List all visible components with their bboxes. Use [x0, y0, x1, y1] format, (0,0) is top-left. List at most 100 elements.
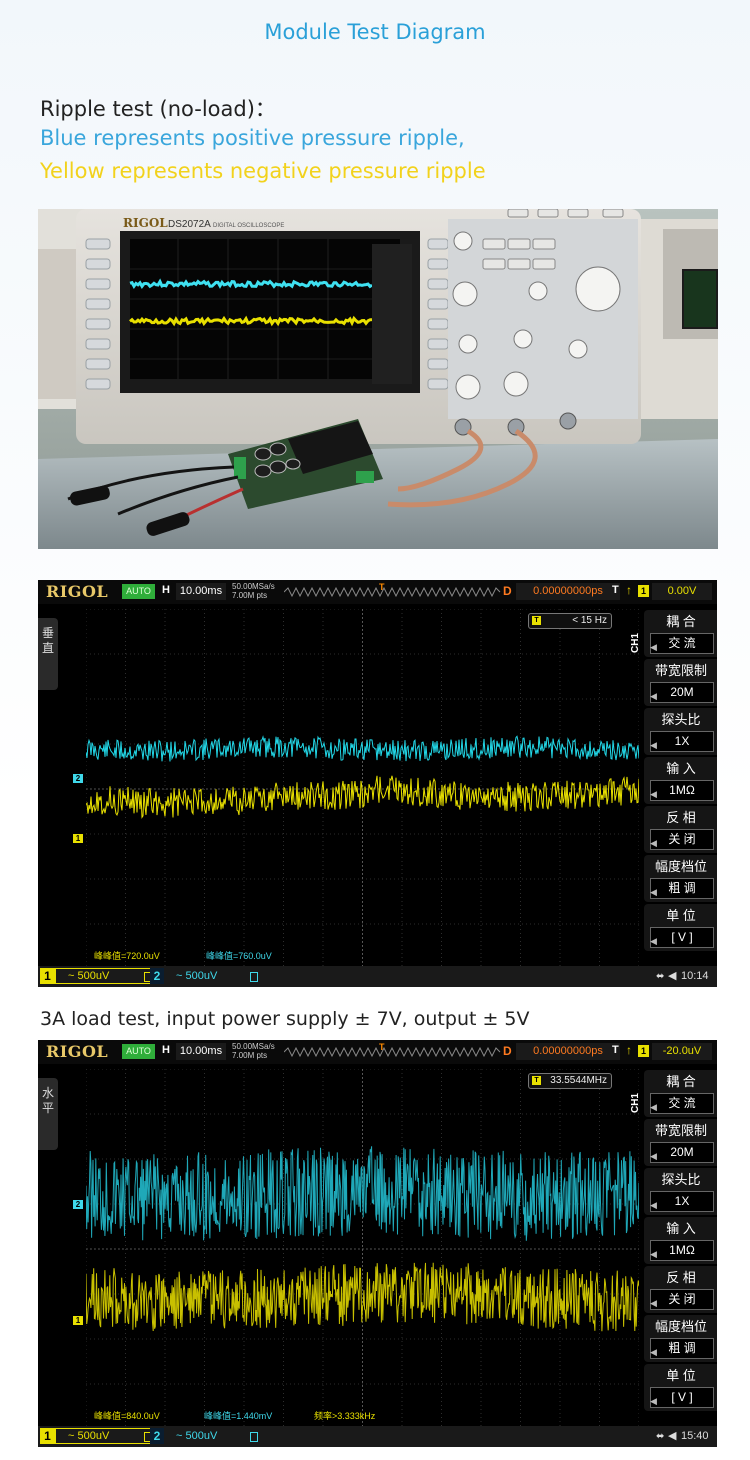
- ripple-test-heading: Ripple test (no-load)：: [40, 97, 276, 121]
- bandwidth-limit-icon: [250, 1432, 258, 1442]
- ch1-scale[interactable]: ~ 500uV: [55, 968, 159, 984]
- ch2-button[interactable]: 2: [150, 968, 164, 984]
- menu-value[interactable]: ◀ 关 闭: [650, 1289, 714, 1310]
- menu-value[interactable]: ◀ 20M: [650, 1142, 714, 1163]
- sample-rate: 50.00MSa/s: [232, 582, 275, 591]
- waveform-grid: [86, 609, 639, 969]
- menu-unit[interactable]: 单 位 ◀ [ V ]: [644, 904, 717, 951]
- trigger-source-badge: 1: [638, 1045, 649, 1057]
- sample-info: 50.00MSa/s 7.00M pts: [232, 582, 288, 600]
- auto-mode-badge[interactable]: AUTO: [122, 1044, 155, 1059]
- menu-invert[interactable]: 反 相 ◀ 关 闭: [644, 806, 717, 853]
- menu-volts-div-mode[interactable]: 幅度档位 ◀ 粗 调: [644, 855, 717, 902]
- menu-value-text: 交 流: [668, 636, 696, 650]
- menu-value-text: [ V ]: [671, 1390, 693, 1404]
- arrow-left-icon: ◀: [650, 1200, 657, 1210]
- menu-value-text: 交 流: [668, 1096, 696, 1110]
- ch2-level-marker[interactable]: 2: [73, 774, 83, 783]
- delay-readout[interactable]: 0.00000000ps: [516, 1043, 620, 1060]
- photo-brand-text: RIGOL: [123, 216, 168, 230]
- sample-rate: 50.00MSa/s: [232, 1042, 275, 1051]
- measurement-ch1-peak-to-peak: 峰峰值=840.0uV: [94, 1411, 160, 1421]
- ch2-level-marker[interactable]: 2: [73, 1200, 83, 1209]
- ch1-button[interactable]: 1: [40, 968, 55, 984]
- channel-title-text: CH1: [630, 1092, 642, 1114]
- menu-value[interactable]: ◀ 1MΩ: [650, 1240, 714, 1261]
- menu-coupling[interactable]: 耦 合 ◀ 交 流: [644, 610, 717, 657]
- ch2-scale[interactable]: ~ 500uV: [164, 1429, 264, 1443]
- arrow-left-icon: ◀: [650, 1102, 657, 1112]
- ch2-scale[interactable]: ~ 500uV: [164, 969, 264, 983]
- channel-title: CH1: [626, 1092, 641, 1113]
- delay-readout[interactable]: 0.00000000ps: [516, 583, 620, 600]
- menu-coupling[interactable]: 耦 合 ◀ 交 流: [644, 1070, 717, 1117]
- menu-value[interactable]: ◀ 1X: [650, 731, 714, 752]
- timebase-readout[interactable]: 10.00ms: [176, 583, 226, 600]
- trigger-marker-icon: T: [532, 616, 541, 625]
- ch1-level-marker[interactable]: 1: [73, 1316, 83, 1325]
- timebase-readout[interactable]: 10.00ms: [176, 1043, 226, 1060]
- memory-depth: 7.00M pts: [232, 1051, 268, 1060]
- arrow-left-icon: ◀: [650, 1396, 657, 1406]
- bandwidth-limit-icon: [250, 972, 258, 982]
- trigger-level-readout[interactable]: 0.00V: [652, 583, 712, 600]
- measurement-ch1-peak-to-peak: 峰峰值=720.0uV: [94, 951, 160, 961]
- delay-label: D: [503, 1044, 512, 1058]
- arrow-left-icon: ◀: [650, 789, 657, 799]
- menu-unit[interactable]: 单 位 ◀ [ V ]: [644, 1364, 717, 1411]
- ch2-button[interactable]: 2: [150, 1428, 164, 1444]
- menu-value-text: 关 闭: [668, 832, 696, 846]
- speaker-icon[interactable]: ◀: [668, 969, 676, 982]
- speaker-icon[interactable]: ◀: [668, 1429, 676, 1442]
- menu-value-text: [ V ]: [671, 930, 693, 944]
- horizontal-side-tab[interactable]: 水平: [38, 1078, 58, 1150]
- frequency-counter: T 33.5544MHz: [528, 1073, 612, 1089]
- menu-value[interactable]: ◀ [ V ]: [650, 927, 714, 948]
- memory-depth: 7.00M pts: [232, 591, 268, 600]
- arrow-left-icon: ◀: [650, 642, 657, 652]
- menu-title: 带宽限制: [654, 663, 707, 678]
- menu-value[interactable]: ◀ 20M: [650, 682, 714, 703]
- trigger-label: T: [612, 1044, 619, 1056]
- arrow-left-icon: ◀: [650, 936, 657, 946]
- menu-title: 反 相: [666, 810, 696, 825]
- menu-bandwidth-limit[interactable]: 带宽限制 ◀ 20M: [644, 659, 717, 706]
- menu-volts-div-mode[interactable]: 幅度档位 ◀ 粗 调: [644, 1315, 717, 1362]
- menu-probe-ratio[interactable]: 探头比 ◀ 1X: [644, 708, 717, 755]
- menu-title: 耦 合: [666, 614, 696, 629]
- delay-label: D: [503, 584, 512, 598]
- auto-mode-badge[interactable]: AUTO: [122, 584, 155, 599]
- photo-scope-screen: [130, 239, 400, 379]
- ch2-scale-text: ~ 500uV: [176, 1430, 218, 1442]
- photo-desc-text: DIGITAL OSCILLOSCOPE: [213, 223, 284, 229]
- menu-value[interactable]: ◀ [ V ]: [650, 1387, 714, 1408]
- side-tab-label: 垂直: [41, 626, 54, 655]
- menu-input-impedance[interactable]: 输 入 ◀ 1MΩ: [644, 1217, 717, 1264]
- menu-probe-ratio[interactable]: 探头比 ◀ 1X: [644, 1168, 717, 1215]
- memory-zigzag-icon: [284, 587, 501, 597]
- menu-value[interactable]: ◀ 粗 调: [650, 1338, 714, 1359]
- menu-input-impedance[interactable]: 输 入 ◀ 1MΩ: [644, 757, 717, 804]
- scope-screenshot-no-load: RIGOL AUTO H 10.00ms 50.00MSa/s 7.00M pt…: [38, 580, 717, 987]
- ch1-scale[interactable]: ~ 500uV: [55, 1428, 159, 1444]
- page-title: Module Test Diagram: [264, 20, 486, 44]
- usb-icon: ⬌: [656, 971, 665, 982]
- usb-icon: ⬌: [656, 1431, 665, 1442]
- menu-value[interactable]: ◀ 粗 调: [650, 878, 714, 899]
- trigger-level-readout[interactable]: -20.0uV: [652, 1043, 712, 1060]
- menu-value[interactable]: ◀ 交 流: [650, 633, 714, 654]
- load-test-heading: 3A load test, input power supply ± 7V, o…: [40, 1008, 530, 1030]
- menu-value[interactable]: ◀ 1MΩ: [650, 780, 714, 801]
- menu-value[interactable]: ◀ 1X: [650, 1191, 714, 1212]
- channel-menu: 耦 合 ◀ 交 流 带宽限制 ◀ 20M 探头比 ◀ 1X 输 入 ◀ 1MΩ 反 相 …: [644, 1070, 717, 1415]
- menu-title: 单 位: [666, 908, 696, 923]
- menu-title: 幅度档位: [654, 859, 707, 874]
- menu-value[interactable]: ◀ 关 闭: [650, 829, 714, 850]
- menu-value[interactable]: ◀ 交 流: [650, 1093, 714, 1114]
- ch1-level-marker[interactable]: 1: [73, 834, 83, 843]
- menu-invert[interactable]: 反 相 ◀ 关 闭: [644, 1266, 717, 1313]
- vertical-side-tab[interactable]: 垂直: [38, 618, 58, 690]
- ch1-button[interactable]: 1: [40, 1428, 55, 1444]
- menu-bandwidth-limit[interactable]: 带宽限制 ◀ 20M: [644, 1119, 717, 1166]
- menu-title: 单 位: [666, 1368, 696, 1383]
